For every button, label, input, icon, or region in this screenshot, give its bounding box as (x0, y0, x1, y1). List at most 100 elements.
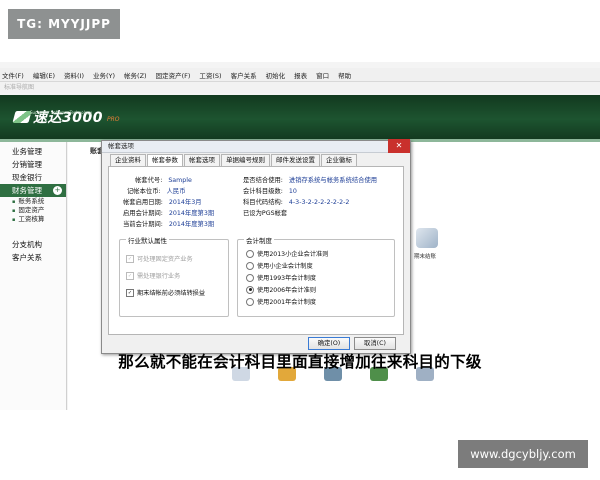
sidebar-item-finance[interactable]: 财务管理 + (0, 184, 66, 197)
field-value: 4-3-3-2-2-2-2-2-2-2 (288, 199, 350, 206)
field-label: 是否结合使用: (243, 177, 283, 184)
sidebar-item-business[interactable]: 业务管理 (0, 145, 66, 158)
radio-icon[interactable] (246, 249, 254, 258)
option-label: 需处理银行业务 (137, 273, 181, 280)
tab-email-settings[interactable]: 邮件发送设置 (271, 154, 320, 166)
option-close-profit-loss[interactable]: ✓ 期末结帐前必须结转损益 (126, 288, 205, 297)
brand-tagline: Superstar Software Technology (30, 110, 93, 115)
menu-payroll[interactable]: 工资(S) (199, 70, 221, 80)
field-value: 2014年3月 (168, 199, 202, 206)
option-label: 可处理固定资产业务 (137, 256, 193, 263)
field-label: 科目代码结构: (243, 199, 283, 206)
radio-2006[interactable]: 使用2006年会计准则 (246, 285, 316, 294)
tab-panel: 帐套代号: Sample 记帐本位币: 人民币 帐套启用日期: 2014年3月 启用会… (108, 166, 404, 335)
menu-file[interactable]: 文件(F) (2, 70, 24, 80)
accounting-system-group: 会计制度 使用2013小企业会计准则 使用小企业会计制度 使用1993年会计制度… (237, 235, 395, 317)
tab-numbering-rules[interactable]: 单据编号规则 (221, 154, 270, 166)
menu-init[interactable]: 初始化 (266, 70, 286, 80)
field-start-date: 帐套启用日期: 2014年3月 (123, 197, 202, 206)
field-label: 当前会计期间: (123, 221, 163, 228)
expand-icon[interactable]: + (53, 186, 62, 195)
field-current-period: 当前会计期间: 2014年度第3期 (123, 219, 214, 228)
menu-bar: 文件(F) 编辑(E) 资料(I) 业务(Y) 帐务(Z) 固定资产(F) 工资… (0, 68, 600, 82)
close-icon[interactable]: ✕ (388, 139, 410, 153)
menu-data[interactable]: 资料(I) (64, 70, 84, 80)
field-label: 已设为PGS帐套 (243, 210, 288, 217)
account-options-dialog: 帐套选项 ✕ 企业资料 帐套参数 帐套选项 单据编号规则 邮件发送设置 企业徽标… (101, 139, 411, 354)
option-label: 使用1993年会计制度 (257, 275, 317, 282)
sidebar-subitem-payroll[interactable]: 工资核算 (0, 215, 66, 224)
app-banner: 速达3000 PRO Superstar Software Technology (0, 95, 600, 142)
sidebar-item-branches[interactable]: 分支机构 (0, 238, 66, 251)
industry-defaults-group: 行业默认属性 ✓ 可处理固定资产业务 ✓ 需处理银行业务 ✓ 期末结帐前必须结转损益 (119, 235, 229, 317)
option-label: 使用小企业会计制度 (257, 263, 313, 270)
option-label: 使用2013小企业会计准则 (257, 251, 329, 258)
field-label: 记帐本位币: (127, 188, 161, 195)
sidebar-item-cash-bank[interactable]: 现金银行 (0, 171, 66, 184)
radio-small-business[interactable]: 使用小企业会计制度 (246, 261, 313, 270)
sidebar-subitem-ledger[interactable]: 账务系统 (0, 197, 66, 206)
option-bank-business[interactable]: ✓ 需处理银行业务 (126, 271, 180, 280)
calendar-icon[interactable] (416, 228, 438, 248)
cancel-button[interactable]: 取消(C) (354, 337, 396, 350)
menu-edit[interactable]: 编辑(E) (33, 70, 55, 80)
field-integration: 是否结合使用: 进销存系统与帐务系统结合使用 (243, 175, 377, 184)
sidebar-item-distribution[interactable]: 分销管理 (0, 158, 66, 171)
watermark-label: TG: MYYJJPP (8, 9, 120, 39)
field-base-currency: 记帐本位币: 人民币 (127, 186, 186, 195)
menu-window[interactable]: 窗口 (316, 70, 329, 80)
field-label: 启用会计期间: (123, 210, 163, 217)
radio-icon[interactable] (246, 297, 254, 306)
sidebar-item-label: 财务管理 (12, 186, 42, 195)
site-url-badge: www.dgcyblјy.com (458, 440, 588, 468)
field-value: 2014年度第3期 (168, 221, 215, 228)
field-value: 人民币 (166, 188, 186, 195)
option-label: 使用2001年会计制度 (257, 299, 317, 306)
tab-account-options[interactable]: 帐套选项 (184, 154, 220, 166)
field-value: 2014年度第3期 (168, 210, 215, 217)
sidebar-item-crm[interactable]: 客户关系 (0, 251, 66, 264)
field-pgs-flag: 已设为PGS帐套 (243, 208, 287, 217)
menu-help[interactable]: 帮助 (338, 70, 351, 80)
period-close-label[interactable]: 期末结账 (414, 252, 436, 260)
field-account-code: 帐套代号: Sample (135, 175, 192, 184)
radio-icon[interactable] (246, 261, 254, 270)
brand-logo-icon (12, 111, 32, 123)
field-code-structure: 科目代码结构: 4-3-3-2-2-2-2-2-2-2 (243, 197, 349, 206)
field-account-levels: 会计科目级数: 10 (243, 186, 297, 195)
option-label: 期末结帐前必须结转损益 (137, 290, 206, 297)
field-value: 10 (288, 188, 297, 195)
option-fixed-assets[interactable]: ✓ 可处理固定资产业务 (126, 254, 193, 263)
checkbox-icon[interactable]: ✓ (126, 271, 134, 280)
radio-2001[interactable]: 使用2001年会计制度 (246, 297, 316, 306)
menu-reports[interactable]: 报表 (294, 70, 307, 80)
sidebar-subitem-fixed-assets[interactable]: 固定资产 (0, 206, 66, 215)
tab-company-logo[interactable]: 企业徽标 (321, 154, 357, 166)
field-label: 会计科目级数: (243, 188, 283, 195)
group-title: 行业默认属性 (126, 235, 169, 245)
tab-company-info[interactable]: 企业资料 (110, 154, 146, 166)
field-start-period: 启用会计期间: 2014年度第3期 (123, 208, 214, 217)
dialog-title: 帐套选项 (108, 142, 134, 150)
radio-icon[interactable] (246, 273, 254, 282)
field-label: 帐套启用日期: (123, 199, 163, 206)
checkbox-icon[interactable]: ✓ (126, 254, 134, 263)
option-label: 使用2006年会计准则 (257, 287, 317, 294)
menu-fixed-assets[interactable]: 固定资产(F) (156, 70, 191, 80)
toolbar-caption: 标准导航图 (0, 82, 600, 93)
field-value: 进销存系统与帐务系统结合使用 (288, 177, 378, 184)
ok-button[interactable]: 确定(O) (308, 337, 350, 350)
field-value: Sample (168, 177, 192, 184)
radio-1993[interactable]: 使用1993年会计制度 (246, 273, 316, 282)
dialog-titlebar: 帐套选项 ✕ (102, 139, 410, 153)
brand-edition: PRO (106, 116, 120, 123)
field-label: 帐套代号: (135, 177, 163, 184)
radio-2013-small-business[interactable]: 使用2013小企业会计准则 (246, 249, 328, 258)
menu-accounts[interactable]: 帐务(Z) (124, 70, 147, 80)
menu-crm[interactable]: 客户关系 (231, 70, 257, 80)
group-title: 会计制度 (244, 235, 274, 245)
checkbox-icon[interactable]: ✓ (126, 288, 134, 297)
menu-business[interactable]: 业务(Y) (93, 70, 115, 80)
subtitle-caption: 那么就不能在会计科目里面直接增加往来科目的下级 (118, 353, 482, 371)
radio-selected-icon[interactable] (246, 285, 254, 294)
